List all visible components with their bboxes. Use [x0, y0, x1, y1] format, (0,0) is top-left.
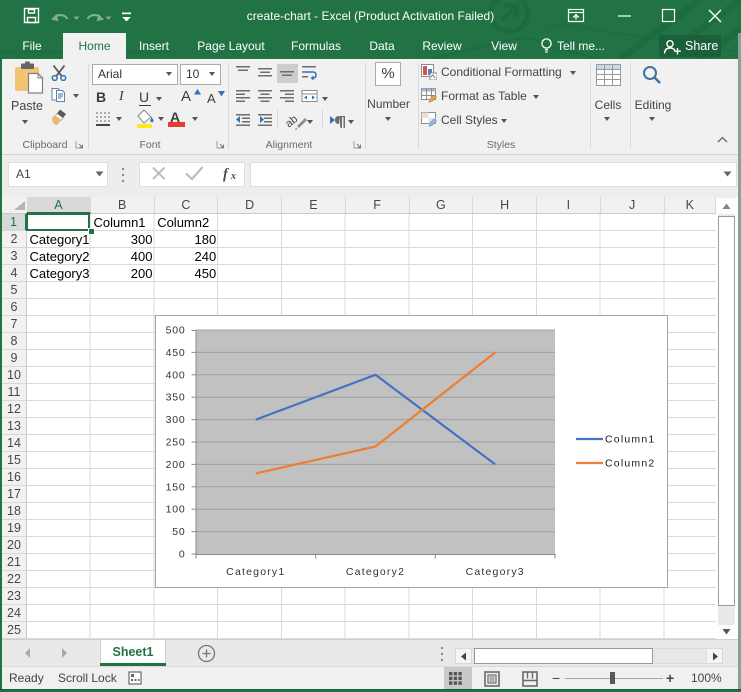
svg-text:50: 50	[172, 526, 185, 538]
svg-text:300: 300	[166, 414, 186, 426]
svg-text:Category1: Category1	[226, 566, 285, 578]
svg-text:500: 500	[166, 325, 186, 337]
svg-text:x: x	[230, 171, 236, 182]
svg-text:Category2: Category2	[346, 566, 405, 578]
svg-text:100: 100	[166, 504, 186, 516]
svg-text:0: 0	[179, 549, 186, 561]
svg-text:Column2: Column2	[605, 458, 655, 470]
svg-text:Category3: Category3	[466, 566, 525, 578]
svg-text:400: 400	[166, 369, 186, 381]
svg-text:450: 450	[166, 347, 186, 359]
svg-text:Column1: Column1	[605, 434, 655, 446]
svg-text:ab: ab	[283, 113, 300, 130]
svg-text:150: 150	[166, 481, 186, 493]
svg-text:f: f	[223, 167, 230, 183]
svg-text:250: 250	[166, 437, 186, 449]
svg-text:350: 350	[166, 392, 186, 404]
svg-text:200: 200	[166, 459, 186, 471]
